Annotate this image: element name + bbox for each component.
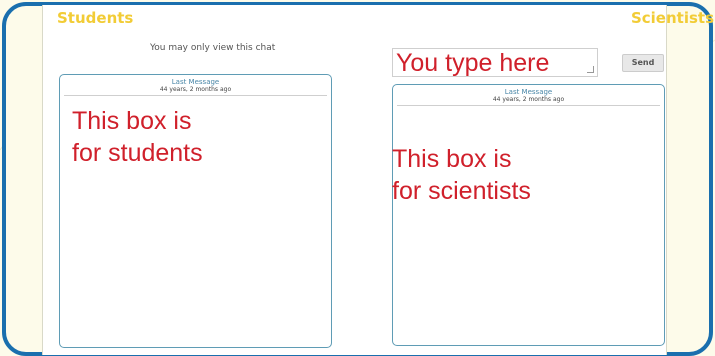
message-input-text: You type here [396, 49, 550, 77]
annotation-line: for students [72, 139, 203, 167]
view-only-notice: You may only view this chat [150, 43, 276, 53]
last-message-label: Last Message [504, 88, 553, 96]
students-box-header: Last Message 44 years, 2 months ago [64, 75, 327, 96]
resize-grip-icon[interactable] [587, 66, 594, 73]
send-button[interactable]: Send [622, 54, 664, 72]
scientists-box-annotation: This box is for scientists [392, 143, 531, 207]
last-message-label: Last Message [171, 78, 220, 86]
last-message-time: 44 years, 2 months ago [492, 96, 565, 103]
students-box-annotation: This box is for students [72, 105, 203, 169]
annotation-line: for scientists [392, 177, 531, 205]
students-heading: Students [57, 9, 134, 27]
scientists-heading: Scientists [630, 9, 714, 27]
last-message-time: 44 years, 2 months ago [159, 86, 232, 93]
scientists-chat-box[interactable]: Last Message 44 years, 2 months ago [392, 84, 665, 346]
annotation-line: This box is [392, 145, 512, 173]
scientists-box-header: Last Message 44 years, 2 months ago [397, 85, 660, 106]
message-input[interactable]: You type here [392, 48, 598, 77]
annotation-line: This box is [72, 107, 192, 135]
